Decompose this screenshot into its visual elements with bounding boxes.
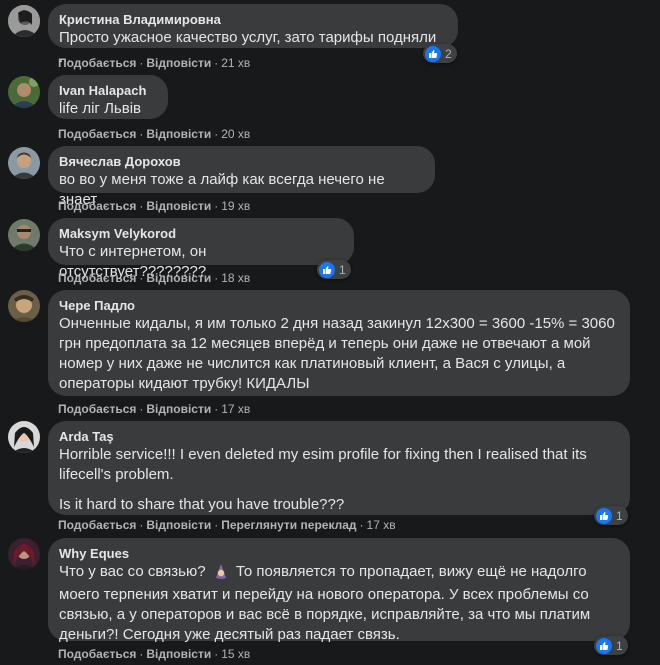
avatar-photo (8, 219, 40, 251)
separator: · (139, 199, 144, 213)
comment-actions: Подобається · Відповісти · 15 хв (58, 647, 250, 661)
like-button[interactable]: Подобається (58, 127, 136, 141)
timestamp[interactable]: 19 хв (221, 199, 250, 213)
comment-bubble: Чере Падло Онченные кидалы, я им только … (48, 290, 630, 396)
comment-actions: Подобається · Відповісти · Переглянути перек… (58, 518, 396, 532)
timestamp[interactable]: 15 хв (221, 647, 250, 661)
avatar-photo (8, 421, 40, 453)
reaction-count[interactable]: 2 (423, 44, 457, 63)
comment-bubble: Maksym Velykorod Что с интернетом, он от… (48, 218, 354, 280)
separator: · (214, 127, 219, 141)
timestamp[interactable]: 17 хв (367, 518, 396, 532)
reply-button[interactable]: Відповісти (146, 518, 211, 532)
timestamp[interactable]: 18 хв (221, 271, 250, 285)
like-icon (596, 637, 612, 654)
comment-bubble: Why Eques Что у вас со связью? То появля… (48, 538, 630, 643)
separator: · (139, 271, 144, 285)
avatar[interactable] (8, 5, 40, 37)
like-button[interactable]: Подобається (58, 271, 136, 285)
avatar[interactable] (8, 76, 40, 108)
like-button[interactable]: Подобається (58, 647, 136, 661)
comment-text: Онченные кидалы, я им только 2 дня назад… (59, 315, 615, 392)
comment-author[interactable]: Arda Taş (59, 428, 618, 445)
comment-bubble: Вячеслав Дорохов во во у меня тоже а лай… (48, 146, 435, 208)
comment-author[interactable]: Why Eques (59, 545, 618, 562)
timestamp[interactable]: 17 хв (221, 402, 250, 416)
separator: · (139, 56, 144, 70)
reaction-count[interactable]: 1 (594, 636, 628, 655)
comment-author[interactable]: Maksym Velykorod (59, 225, 342, 242)
timestamp[interactable]: 21 хв (221, 56, 250, 70)
like-icon (596, 507, 612, 524)
comment-paragraph: Horrible service!!! I even deleted my es… (59, 446, 587, 483)
reaction-count[interactable]: 1 (594, 506, 628, 525)
comment-actions: Подобається · Відповісти · 20 хв (58, 127, 250, 141)
avatar-photo (8, 76, 40, 108)
reply-button[interactable]: Відповісти (146, 199, 211, 213)
comment-actions: Подобається · Відповісти · 19 хв (58, 199, 250, 213)
reaction-number: 1 (616, 508, 623, 523)
reaction-number: 1 (339, 262, 346, 277)
comment-bubble: Кристина Владимировна Просто ужасное кач… (48, 4, 458, 66)
separator: · (359, 518, 364, 532)
avatar-photo (8, 5, 40, 37)
avatar[interactable] (8, 538, 40, 570)
comment-author[interactable]: Чере Падло (59, 297, 618, 314)
avatar-photo (8, 538, 40, 570)
avatar[interactable] (8, 421, 40, 453)
see-translation-button[interactable]: Переглянути переклад (221, 518, 356, 532)
separator: · (139, 402, 144, 416)
reaction-number: 2 (445, 46, 452, 61)
like-button[interactable]: Подобається (58, 199, 136, 213)
separator: · (139, 518, 144, 532)
timestamp[interactable]: 20 хв (221, 127, 250, 141)
separator: · (214, 271, 219, 285)
reply-button[interactable]: Відповісти (146, 127, 211, 141)
reply-button[interactable]: Відповісти (146, 271, 211, 285)
avatar[interactable] (8, 290, 40, 322)
comment-text: life ліг Львів (59, 100, 141, 117)
like-button[interactable]: Подобається (58, 56, 136, 70)
comment-author[interactable]: Кристина Владимировна (59, 11, 446, 28)
comment-bubble: Ivan Halapach life ліг Львів (48, 75, 168, 119)
separator: · (214, 56, 219, 70)
comment-author[interactable]: Ivan Halapach (59, 82, 156, 99)
separator: · (214, 402, 219, 416)
like-icon (319, 261, 335, 278)
woman-mage-emoji-icon (213, 563, 229, 585)
separator: · (139, 647, 144, 661)
comment-author[interactable]: Вячеслав Дорохов (59, 153, 423, 170)
reply-button[interactable]: Відповісти (146, 402, 211, 416)
reply-button[interactable]: Відповісти (146, 56, 211, 70)
reaction-count[interactable]: 1 (317, 260, 351, 279)
comment-actions: Подобається · Відповісти · 17 хв (58, 402, 250, 416)
like-button[interactable]: Подобається (58, 402, 136, 416)
separator: · (214, 199, 219, 213)
separator: · (139, 127, 144, 141)
reaction-number: 1 (616, 638, 623, 653)
reply-button[interactable]: Відповісти (146, 647, 211, 661)
separator: · (214, 518, 219, 532)
comment-paragraph: Is it hard to share that you have troubl… (59, 496, 345, 513)
like-icon (425, 45, 441, 62)
separator: · (214, 647, 219, 661)
avatar[interactable] (8, 147, 40, 179)
comment-actions: Подобається · Відповісти · 21 хв (58, 56, 250, 70)
avatar-photo (8, 147, 40, 179)
like-button[interactable]: Подобається (58, 518, 136, 532)
comment-actions: Подобається · Відповісти · 18 хв (58, 271, 250, 285)
comment-text: Horrible service!!! I even deleted my es… (59, 445, 618, 515)
comment-bubble: Arda Taş Horrible service!!! I even dele… (48, 421, 630, 515)
comment-text: Что у вас со связью? То появляется то пр… (59, 562, 618, 645)
comment-text-part: Что у вас со связью? (59, 563, 206, 580)
avatar-photo (8, 290, 40, 322)
avatar[interactable] (8, 219, 40, 251)
